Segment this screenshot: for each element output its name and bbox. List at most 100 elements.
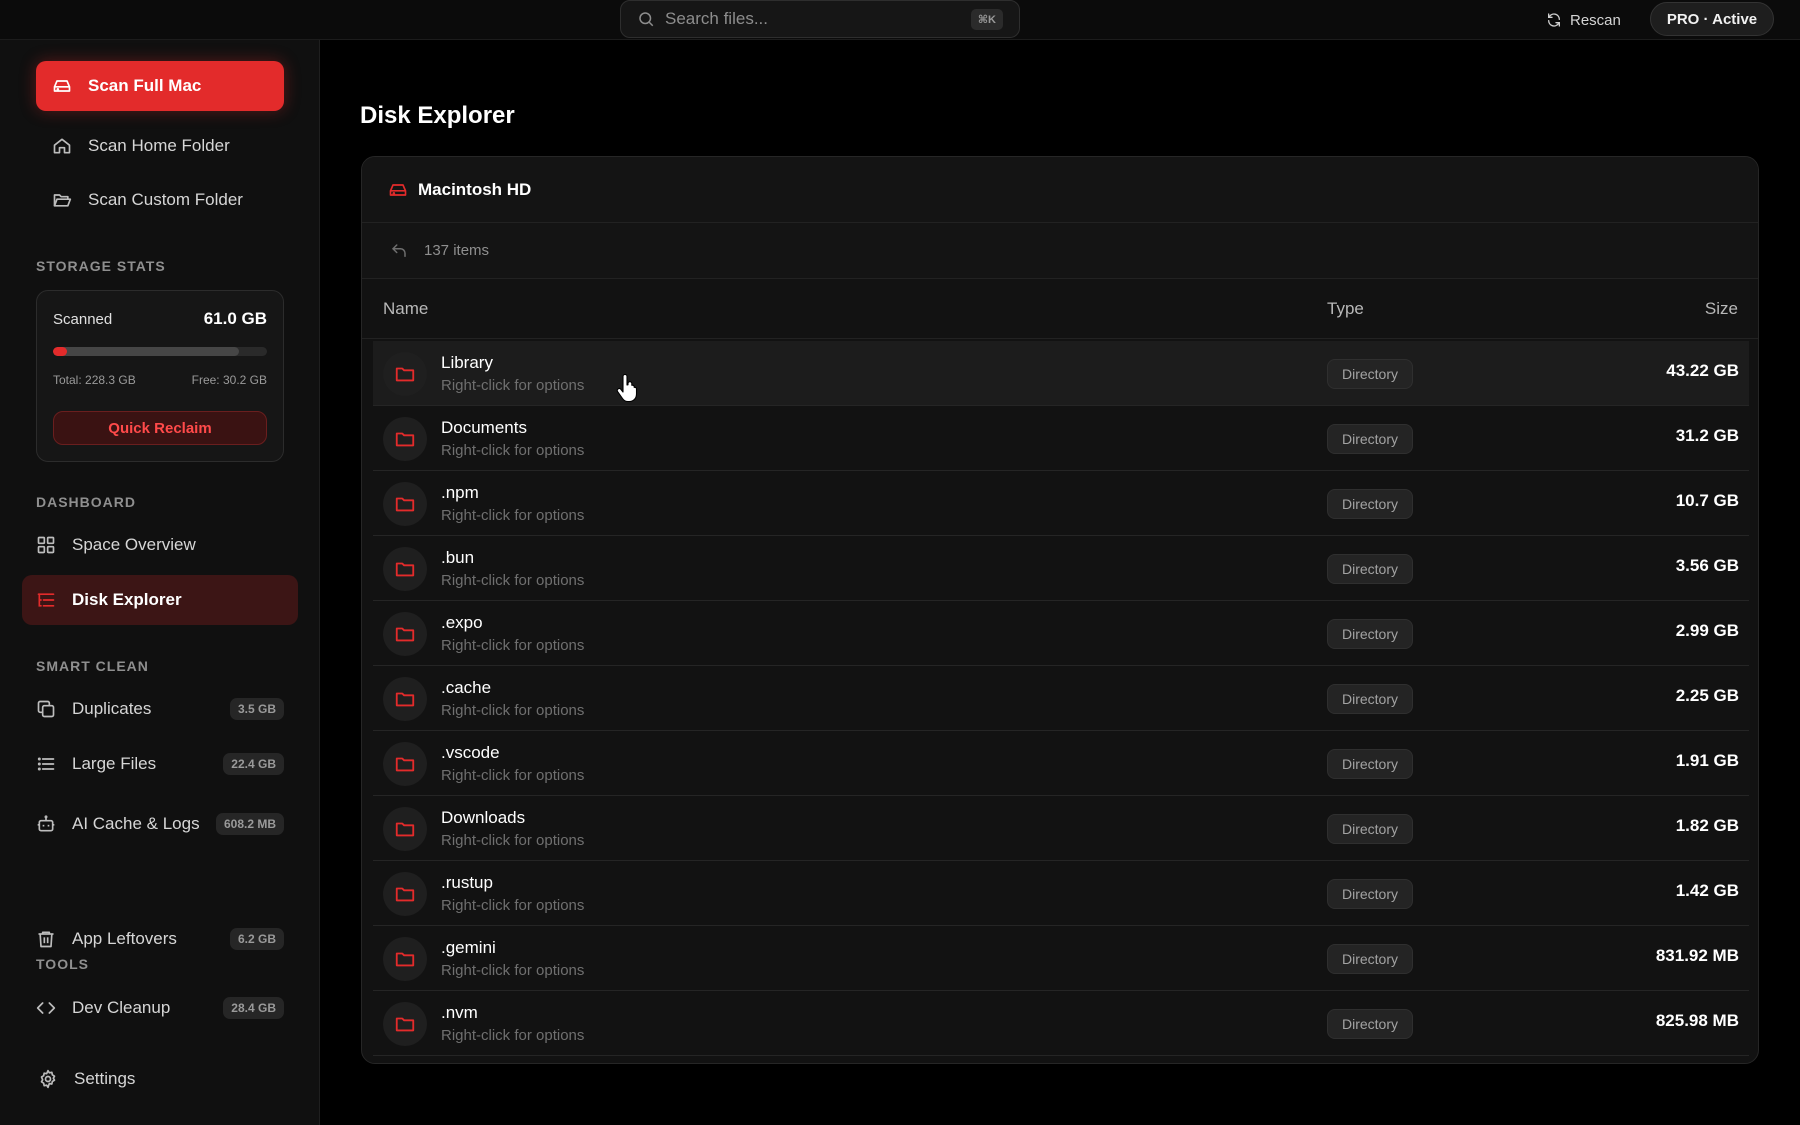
folder-icon: [395, 757, 415, 772]
nav-dev-cleanup[interactable]: Dev Cleanup 28.4 GB: [22, 983, 298, 1033]
app-leftovers-size-badge: 6.2 GB: [229, 928, 284, 950]
row-size: 2.25 GB: [1675, 686, 1739, 705]
row-name: .expo: [441, 613, 483, 632]
nav-duplicates[interactable]: Duplicates 3.5 GB: [22, 684, 298, 734]
row-size: 1.91 GB: [1675, 751, 1739, 770]
nav-settings[interactable]: Settings: [24, 1054, 300, 1104]
row-hint: Right-click for options: [441, 377, 585, 394]
row-name: .rustup: [441, 873, 493, 892]
row-size: 825.98 MB: [1655, 1011, 1739, 1030]
page-title: Disk Explorer: [360, 102, 515, 129]
nav-duplicates-label: Duplicates: [72, 699, 152, 718]
folder-icon: [395, 822, 415, 837]
nav-large-files-label: Large Files: [72, 754, 157, 773]
code-icon: [36, 1002, 56, 1014]
smart-clean-heading: SMART CLEAN: [36, 658, 149, 674]
back-arrow-icon[interactable]: [390, 242, 408, 260]
folder-icon-badge: [383, 482, 427, 526]
folder-open-icon: [53, 194, 72, 207]
table-row[interactable]: .nvm Right-click for options Directory 825.…: [373, 991, 1749, 1056]
table-row[interactable]: .expo Right-click for options Directory 2.9…: [373, 601, 1749, 666]
scan-home-folder-button[interactable]: Scan Home Folder: [36, 121, 284, 171]
row-hint: Right-click for options: [441, 1027, 585, 1044]
row-hint: Right-click for options: [441, 702, 585, 719]
row-type-badge: Directory: [1327, 554, 1414, 584]
table-header: Name Type Size: [362, 279, 1758, 339]
folder-icon-badge: [383, 742, 427, 786]
table-row[interactable]: .npm Right-click for options Directory 10.7…: [373, 471, 1749, 536]
column-type-header[interactable]: Type: [1327, 299, 1364, 319]
disk-explorer-panel: Macintosh HD 137 items Name Type Size Li…: [361, 156, 1759, 1064]
grid-icon: [37, 536, 55, 554]
path-bar: 137 items: [362, 223, 1758, 279]
row-name: Downloads: [441, 808, 526, 827]
row-size: 10.7 GB: [1675, 491, 1739, 510]
row-hint: Right-click for options: [441, 572, 585, 589]
item-count: 137 items: [424, 242, 490, 259]
row-name: .gemini: [441, 938, 496, 957]
row-hint: Right-click for options: [441, 442, 585, 459]
folder-icon-badge: [383, 612, 427, 656]
nav-large-files[interactable]: Large Files 22.4 GB: [22, 739, 298, 789]
duplicates-size-badge: 3.5 GB: [229, 698, 284, 720]
nav-settings-label: Settings: [74, 1069, 136, 1088]
row-hint: Right-click for options: [441, 962, 585, 979]
table-row[interactable]: .cache Right-click for options Directory 2.…: [373, 666, 1749, 731]
scan-custom-folder-button[interactable]: Scan Custom Folder: [36, 175, 284, 225]
storage-stats-card: Scanned 61.0 GB Total: 228.3 GB Free: 30…: [36, 290, 284, 462]
column-size-header[interactable]: Size: [1705, 299, 1738, 319]
search-shortcut-badge: ⌘K: [970, 8, 1003, 30]
volume-header: Macintosh HD: [362, 157, 1758, 223]
folder-icon: [395, 562, 415, 577]
folder-icon-badge: [383, 547, 427, 591]
row-size: 1.82 GB: [1675, 816, 1739, 835]
scan-custom-folder-label: Scan Custom Folder: [88, 190, 243, 209]
folder-icon: [395, 1017, 415, 1032]
robot-icon: [37, 815, 55, 832]
table-row[interactable]: .vscode Right-click for options Directory 1…: [373, 731, 1749, 796]
gear-icon: [40, 1069, 56, 1089]
row-size: 3.56 GB: [1675, 556, 1739, 575]
row-hint: Right-click for options: [441, 897, 585, 914]
table-row[interactable]: .gemini Right-click for options Directory 8…: [373, 926, 1749, 991]
quick-reclaim-button[interactable]: Quick Reclaim: [53, 411, 267, 445]
row-type-badge: Directory: [1327, 424, 1414, 454]
file-list: Library Right-click for options Directory 4…: [373, 341, 1749, 1056]
storage-scanned-fill: [53, 347, 68, 356]
storage-used-fill: [53, 347, 239, 356]
row-name: .npm: [441, 483, 479, 502]
search-icon: [639, 12, 654, 27]
home-icon: [53, 138, 71, 154]
scan-full-mac-button[interactable]: Scan Full Mac: [36, 61, 284, 111]
table-row[interactable]: Documents Right-click for options Director…: [373, 406, 1749, 471]
row-size: 2.99 GB: [1675, 621, 1739, 640]
nav-space-overview[interactable]: Space Overview: [22, 520, 298, 570]
nav-ai-cache-logs-label: AI Cache & Logs: [72, 814, 200, 833]
nav-disk-explorer-label: Disk Explorer: [72, 590, 182, 609]
search-box[interactable]: ⌘K: [620, 0, 1020, 38]
nav-disk-explorer[interactable]: Disk Explorer: [22, 575, 298, 625]
row-name: .bun: [441, 548, 475, 567]
dev-cleanup-size-badge: 28.4 GB: [223, 997, 284, 1019]
table-row[interactable]: .bun Right-click for options Directory 3.56…: [373, 536, 1749, 601]
row-type-badge: Directory: [1327, 619, 1414, 649]
hard-drive-icon: [53, 80, 71, 92]
table-row[interactable]: Library Right-click for options Directory 4…: [373, 341, 1749, 406]
pro-status-badge[interactable]: PRO · Active: [1650, 2, 1774, 36]
row-size: 31.2 GB: [1675, 426, 1739, 445]
row-type-badge: Directory: [1327, 359, 1414, 389]
search-input[interactable]: [665, 9, 971, 29]
table-row[interactable]: .rustup Right-click for options Directory 1…: [373, 861, 1749, 926]
storage-progress-bar: [53, 347, 267, 356]
row-name: .nvm: [441, 1003, 478, 1022]
copy-icon: [37, 700, 55, 718]
nav-ai-cache-logs[interactable]: AI Cache & Logs 608.2 MB: [22, 792, 298, 856]
folder-icon-badge: [383, 352, 427, 396]
folder-icon: [395, 887, 415, 902]
table-row[interactable]: Downloads Right-click for options Director…: [373, 796, 1749, 861]
row-type-badge: Directory: [1327, 749, 1414, 779]
row-name: .vscode: [441, 743, 500, 762]
nav-app-leftovers-label: App Leftovers: [72, 929, 177, 948]
rescan-button[interactable]: Rescan: [1546, 8, 1621, 32]
column-name-header[interactable]: Name: [383, 299, 428, 319]
